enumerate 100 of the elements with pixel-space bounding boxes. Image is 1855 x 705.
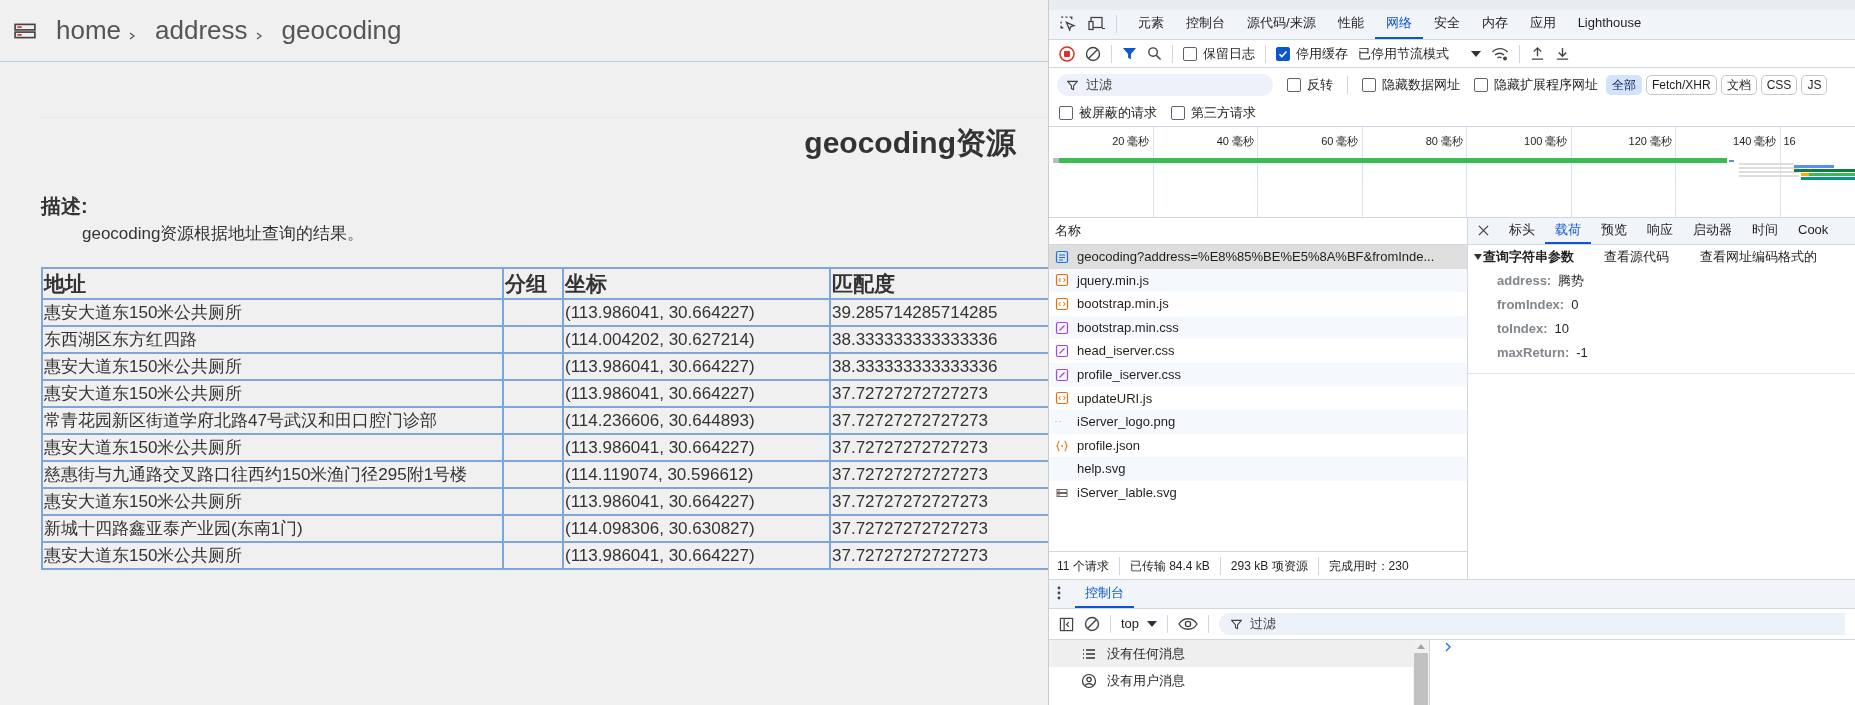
column-header: 分组 [503, 267, 563, 299]
code-file-icon [1055, 297, 1069, 311]
checkbox-label: 第三方请求 [1191, 104, 1256, 123]
download-icon[interactable] [1555, 46, 1570, 61]
throttle-dropdown[interactable]: 已停用节流模式 [1358, 43, 1481, 64]
checkbox[interactable] [1474, 78, 1488, 92]
breadcrumb-link[interactable]: address [155, 11, 248, 50]
param-value: 腾势 [1558, 272, 1585, 291]
scrollbar[interactable] [1413, 640, 1429, 705]
checkbox[interactable] [1183, 46, 1197, 61]
drawer-tab[interactable]: 控制台 [1075, 580, 1134, 608]
table-cell: 惠安大道东150米公共厕所 [42, 541, 503, 569]
view-source-link[interactable]: 查看源代码 [1604, 247, 1700, 267]
request-row[interactable]: bootstrap.min.css [1049, 315, 1467, 340]
timeline-tick-label: 80 毫秒 [1425, 134, 1463, 149]
page-title: geocoding资源 [804, 125, 1016, 161]
console-sidebar-item[interactable]: 没有任何消息 [1049, 640, 1413, 667]
table-cell [503, 487, 563, 515]
table-cell: 惠安大道东150米公共厕所 [42, 352, 503, 380]
type-filter-chip[interactable]: Fetch/XHR [1646, 75, 1717, 95]
table-cell: (113.986041, 30.664227) [563, 541, 830, 569]
device-toolbar-icon[interactable] [1088, 15, 1106, 32]
stylesheet-icon [1055, 367, 1069, 382]
more-options-icon[interactable] [1057, 586, 1061, 600]
search-icon[interactable] [1147, 46, 1162, 61]
checkbox[interactable] [1287, 78, 1301, 92]
devtools-tab[interactable]: 内存 [1470, 9, 1519, 39]
console-sidebar-item[interactable]: 没有用户消息 [1049, 667, 1413, 694]
request-row[interactable]: profile_iserver.css [1049, 362, 1467, 387]
detail-tab[interactable]: 响应 [1637, 218, 1683, 244]
detail-tab[interactable]: Cook [1788, 218, 1839, 244]
table-cell [503, 460, 563, 488]
type-filter-chip[interactable]: JS [1801, 75, 1828, 95]
table-cell: (114.119074, 30.596612) [563, 460, 830, 488]
record-stop-icon[interactable] [1059, 45, 1075, 62]
devtools-tab[interactable]: 源代码/来源 [1236, 9, 1327, 39]
timeline-tick-label: 100 毫秒 [1524, 134, 1568, 149]
table-cell: 慈惠街与九通路交叉路口往西约150米渔门径295附1号楼 [42, 460, 503, 488]
devtools-tab[interactable]: 元素 [1127, 9, 1175, 39]
clear-icon[interactable] [1084, 616, 1100, 632]
request-row[interactable]: iServer_logo.png [1049, 410, 1467, 434]
filter-field[interactable]: 过滤 [1057, 74, 1273, 96]
devtools-tab[interactable]: 安全 [1422, 9, 1471, 39]
close-icon[interactable] [1478, 225, 1489, 236]
request-row[interactable]: help.svg [1049, 457, 1467, 481]
detail-tab[interactable]: 预览 [1591, 218, 1637, 244]
document-icon [1055, 249, 1069, 264]
param-value: -1 [1576, 344, 1588, 363]
eye-icon[interactable] [1178, 617, 1199, 631]
devtools-tab[interactable]: Lighthouse [1566, 9, 1653, 39]
braces-icon [1055, 438, 1069, 453]
filter-icon [1231, 618, 1243, 630]
type-filter-chip[interactable]: CSS [1760, 75, 1798, 95]
checkbox[interactable] [1276, 46, 1290, 61]
table-cell [503, 514, 563, 542]
type-filter-chip[interactable]: 文档 [1720, 75, 1757, 95]
detail-tab[interactable]: 启动器 [1683, 218, 1742, 244]
filter-input[interactable]: 过滤 [1086, 75, 1246, 95]
detail-tab[interactable]: 标头 [1499, 218, 1545, 244]
detail-tab[interactable]: 载荷 [1545, 218, 1591, 244]
devtools-tab[interactable]: 网络 [1374, 9, 1423, 39]
timeline-tick-label: 16 [1783, 134, 1796, 149]
filter-icon[interactable] [1122, 46, 1137, 61]
checkbox[interactable] [1362, 78, 1376, 92]
table-cell [503, 541, 563, 569]
param-key: toIndex: [1497, 319, 1548, 339]
request-name: updateURI.js [1077, 389, 1153, 408]
status-text: 11 个请求 [1057, 557, 1109, 575]
view-url-encoded-link[interactable]: 查看网址编码格式的 [1700, 247, 1817, 267]
wifi-settings-icon[interactable] [1491, 45, 1509, 62]
checkbox[interactable] [1059, 106, 1073, 120]
expand-triangle-icon [1474, 254, 1482, 260]
status-text: 完成用时：230 [1328, 557, 1409, 575]
sidebar-toggle-icon[interactable] [1059, 616, 1074, 632]
inspect-element-icon[interactable] [1059, 15, 1076, 32]
section-header[interactable]: 查询字符串参数 [1474, 247, 1604, 267]
stylesheet-icon [1055, 320, 1069, 335]
upload-icon[interactable] [1530, 46, 1545, 61]
status-text: 293 kB 项资源 [1230, 557, 1308, 575]
devtools-tab[interactable]: 应用 [1518, 9, 1567, 39]
checkbox-label: 保留日志 [1203, 44, 1255, 63]
request-row[interactable]: geocoding?address=%E8%85%BE%E5%8A%BF&fromInde... [1049, 245, 1467, 269]
request-name: profile.json [1077, 436, 1140, 455]
request-row[interactable]: jquery.min.js [1049, 268, 1467, 293]
request-name: iServer_logo.png [1077, 413, 1176, 432]
breadcrumb-link[interactable]: geocoding [281, 11, 402, 50]
devtools-tab[interactable]: 控制台 [1175, 9, 1236, 39]
param-key: address: [1497, 271, 1552, 291]
devtools-tab[interactable]: 性能 [1326, 9, 1375, 39]
table-cell: (113.986041, 30.664227) [563, 433, 830, 461]
detail-tab[interactable]: 时间 [1742, 218, 1788, 244]
table-cell: 惠安大道东150米公共厕所 [42, 298, 503, 326]
column-header: 坐标 [563, 267, 830, 299]
breadcrumb-link[interactable]: home [56, 11, 122, 50]
type-filter-chip[interactable]: 全部 [1606, 75, 1642, 95]
request-name: geocoding?address=%E8%85%BE%E5%8A%BF&fromInde... [1077, 248, 1435, 267]
timeline-tick-label: 60 毫秒 [1321, 134, 1359, 149]
checkbox[interactable] [1171, 106, 1185, 120]
clear-icon[interactable] [1085, 45, 1101, 62]
context-dropdown[interactable]: top [1121, 614, 1158, 634]
